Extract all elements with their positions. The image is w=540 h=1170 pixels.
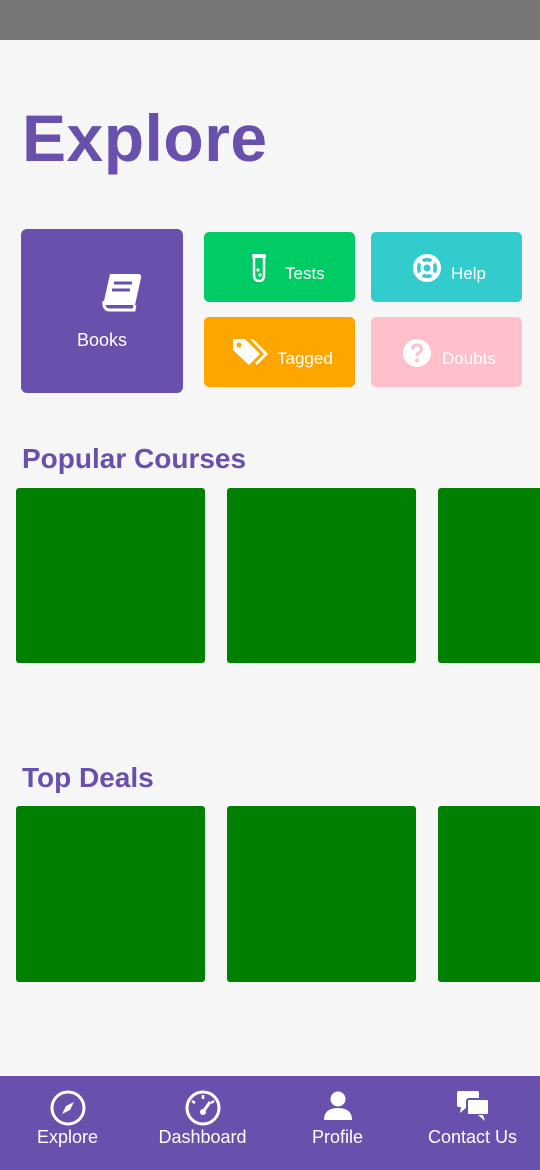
- top-deals-title: Top Deals: [22, 762, 154, 793]
- nav-profile-label: Profile: [311, 1127, 364, 1147]
- books-label: Books: [76, 330, 128, 350]
- nav-explore[interactable]: Explore: [0, 1076, 135, 1170]
- books-tile[interactable]: Books: [21, 229, 183, 393]
- question-circle-icon: [403, 339, 431, 372]
- book-icon: [100, 272, 144, 317]
- compass-icon: [50, 1090, 86, 1131]
- nav-dashboard-label: Dashboard: [158, 1127, 247, 1147]
- deal-card[interactable]: [227, 806, 416, 982]
- top-deals-carousel[interactable]: [0, 806, 540, 982]
- deal-card[interactable]: [438, 806, 540, 982]
- popular-courses-carousel[interactable]: [0, 488, 540, 663]
- lifebuoy-icon: [413, 254, 441, 287]
- status-bar: [0, 0, 540, 40]
- speedometer-icon: [184, 1090, 222, 1131]
- help-tile[interactable]: Help: [371, 232, 522, 302]
- nav-contact-us-label: Contact Us: [427, 1127, 518, 1147]
- tags-icon: [232, 337, 270, 372]
- nav-profile[interactable]: Profile: [270, 1076, 405, 1170]
- deal-card[interactable]: [16, 806, 205, 982]
- course-card[interactable]: [438, 488, 540, 663]
- test-tube-icon: [251, 254, 267, 287]
- tagged-tile[interactable]: Tagged: [204, 317, 355, 387]
- tests-tile[interactable]: Tests: [204, 232, 355, 302]
- page-title: Explore: [22, 101, 268, 175]
- user-icon: [323, 1090, 353, 1127]
- chat-icon: [456, 1090, 490, 1127]
- help-label: Help: [451, 264, 486, 283]
- course-card[interactable]: [16, 488, 205, 663]
- doubts-label: Doubts: [442, 349, 496, 368]
- bottom-nav: Explore Dashboard Profile Contact Us: [0, 1076, 540, 1170]
- course-card[interactable]: [227, 488, 416, 663]
- tests-label: Tests: [285, 264, 325, 283]
- nav-contact-us[interactable]: Contact Us: [405, 1076, 540, 1170]
- doubts-tile[interactable]: Doubts: [371, 317, 522, 387]
- nav-dashboard[interactable]: Dashboard: [135, 1076, 270, 1170]
- popular-courses-title: Popular Courses: [22, 443, 247, 474]
- nav-explore-label: Explore: [36, 1127, 99, 1147]
- tagged-label: Tagged: [277, 349, 333, 368]
